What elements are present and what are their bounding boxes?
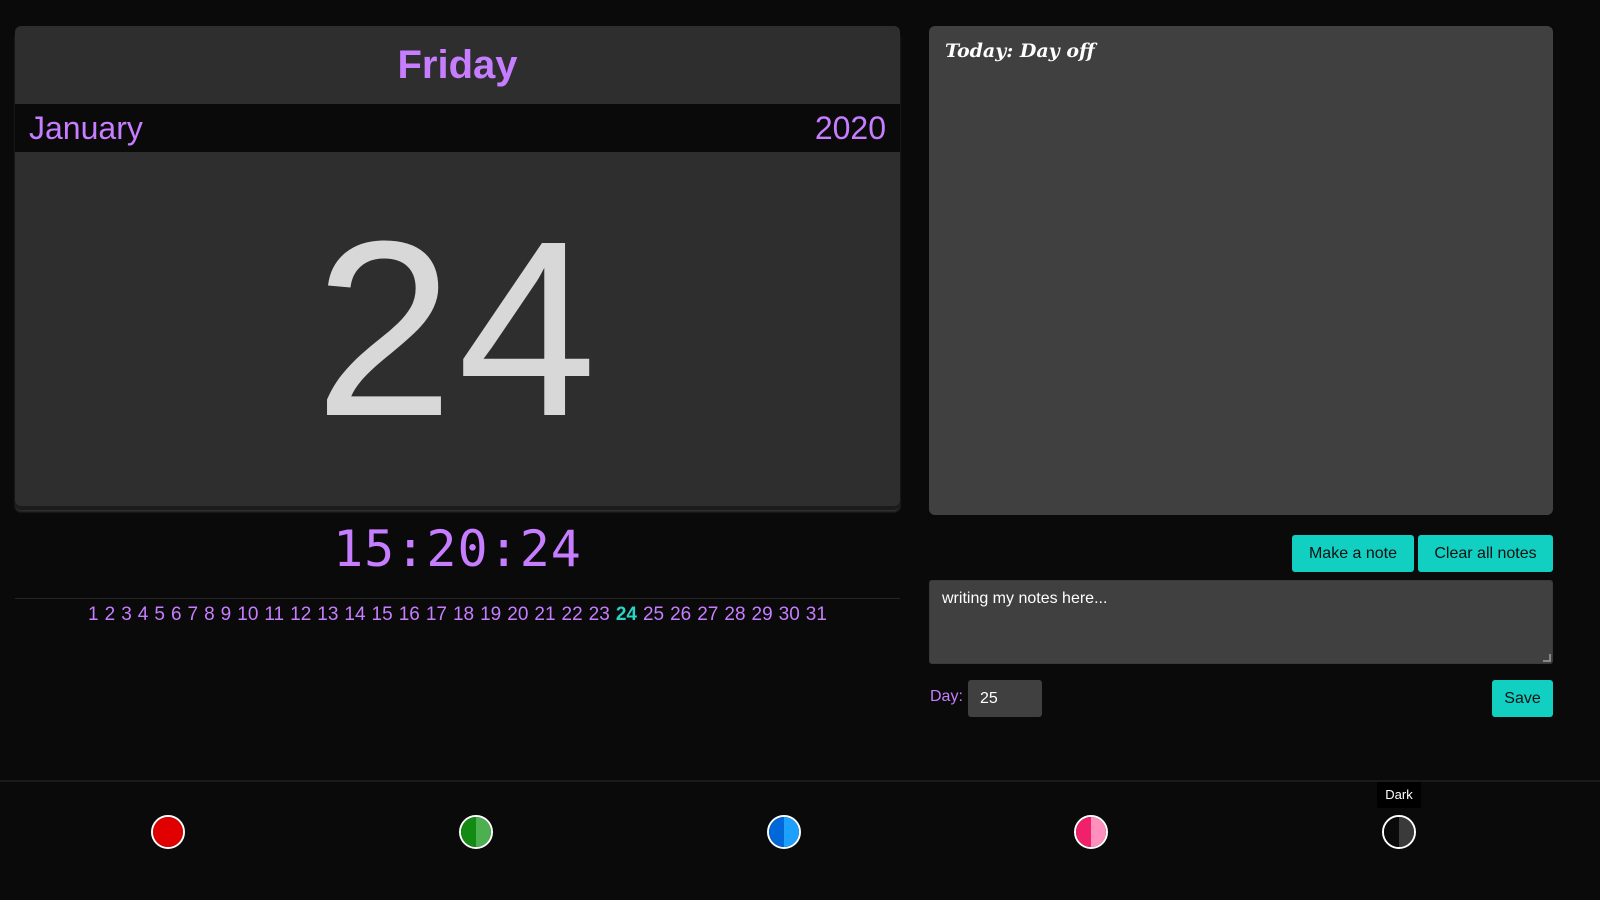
day-link[interactable]: 24 — [616, 604, 637, 626]
day-link[interactable]: 9 — [221, 604, 232, 626]
day-link[interactable]: 5 — [154, 604, 165, 626]
day-link[interactable]: 4 — [138, 604, 149, 626]
save-button[interactable]: Save — [1492, 680, 1553, 717]
day-link[interactable]: 11 — [264, 604, 284, 626]
swatch-half — [784, 817, 799, 847]
swatch-half — [769, 817, 784, 847]
swatch-half — [153, 817, 168, 847]
day-number: 24 — [314, 189, 601, 468]
month-days-list: 1 2 3 4 5 6 7 8 9 10 11 12 13 14 15 16 17 18 19 20 21 22 23 24 2… — [15, 604, 900, 626]
day-link[interactable]: 18 — [453, 604, 474, 626]
digital-clock: 15:20:24 — [333, 520, 582, 578]
day-link[interactable]: 1 — [88, 604, 99, 626]
day-link[interactable]: 10 — [237, 604, 258, 626]
day-link[interactable]: 16 — [399, 604, 420, 626]
theme-swatch-red[interactable] — [151, 815, 185, 849]
swatch-half — [476, 817, 491, 847]
day-link[interactable]: 3 — [121, 604, 132, 626]
month-label: January — [29, 109, 143, 146]
day-link[interactable]: 31 — [806, 604, 827, 626]
year-label: 2020 — [814, 109, 886, 146]
day-link[interactable]: 14 — [344, 604, 365, 626]
theme-swatch-blue[interactable] — [767, 815, 801, 849]
weekday-title: Friday — [397, 43, 518, 87]
day-field-label: Day: — [930, 688, 963, 705]
swatch-half — [1384, 817, 1399, 847]
day-link[interactable]: 20 — [507, 604, 528, 626]
swatch-half — [1399, 817, 1414, 847]
theme-tooltip: Dark — [1377, 782, 1421, 808]
note-textarea[interactable]: writing my notes here... — [929, 580, 1553, 664]
swatch-half — [1076, 817, 1091, 847]
make-note-button[interactable]: Make a note — [1292, 535, 1414, 572]
clear-notes-button[interactable]: Clear all notes — [1418, 535, 1553, 572]
day-link[interactable]: 7 — [188, 604, 199, 626]
theme-swatch-dark[interactable] — [1382, 815, 1416, 849]
day-link[interactable]: 28 — [724, 604, 745, 626]
day-link[interactable]: 8 — [204, 604, 215, 626]
day-link[interactable]: 12 — [290, 604, 311, 626]
day-link[interactable]: 23 — [589, 604, 610, 626]
swatch-half — [168, 817, 183, 847]
day-link[interactable]: 22 — [562, 604, 583, 626]
day-link[interactable]: 29 — [752, 604, 773, 626]
today-note: Today: Day off — [945, 40, 1095, 62]
day-link[interactable]: 26 — [670, 604, 691, 626]
theme-swatch-green[interactable] — [459, 815, 493, 849]
day-link[interactable]: 13 — [317, 604, 338, 626]
swatch-half — [461, 817, 476, 847]
day-link[interactable]: 30 — [779, 604, 800, 626]
day-link[interactable]: 2 — [105, 604, 116, 626]
month-year-bar: January 2020 — [15, 104, 900, 152]
day-link[interactable]: 27 — [697, 604, 718, 626]
day-link[interactable]: 21 — [534, 604, 555, 626]
resize-handle-icon[interactable] — [1543, 654, 1551, 662]
theme-footer — [0, 780, 1600, 900]
day-link[interactable]: 17 — [426, 604, 447, 626]
day-input[interactable] — [968, 680, 1042, 717]
calendar-card: Friday January 2020 24 — [15, 26, 900, 506]
notes-display: Today: Day off — [929, 26, 1553, 515]
day-link[interactable]: 15 — [372, 604, 393, 626]
swatch-half — [1091, 817, 1106, 847]
day-link[interactable]: 19 — [480, 604, 501, 626]
theme-swatch-pink[interactable] — [1074, 815, 1108, 849]
divider — [15, 598, 900, 599]
day-link[interactable]: 25 — [643, 604, 664, 626]
day-link[interactable]: 6 — [171, 604, 182, 626]
